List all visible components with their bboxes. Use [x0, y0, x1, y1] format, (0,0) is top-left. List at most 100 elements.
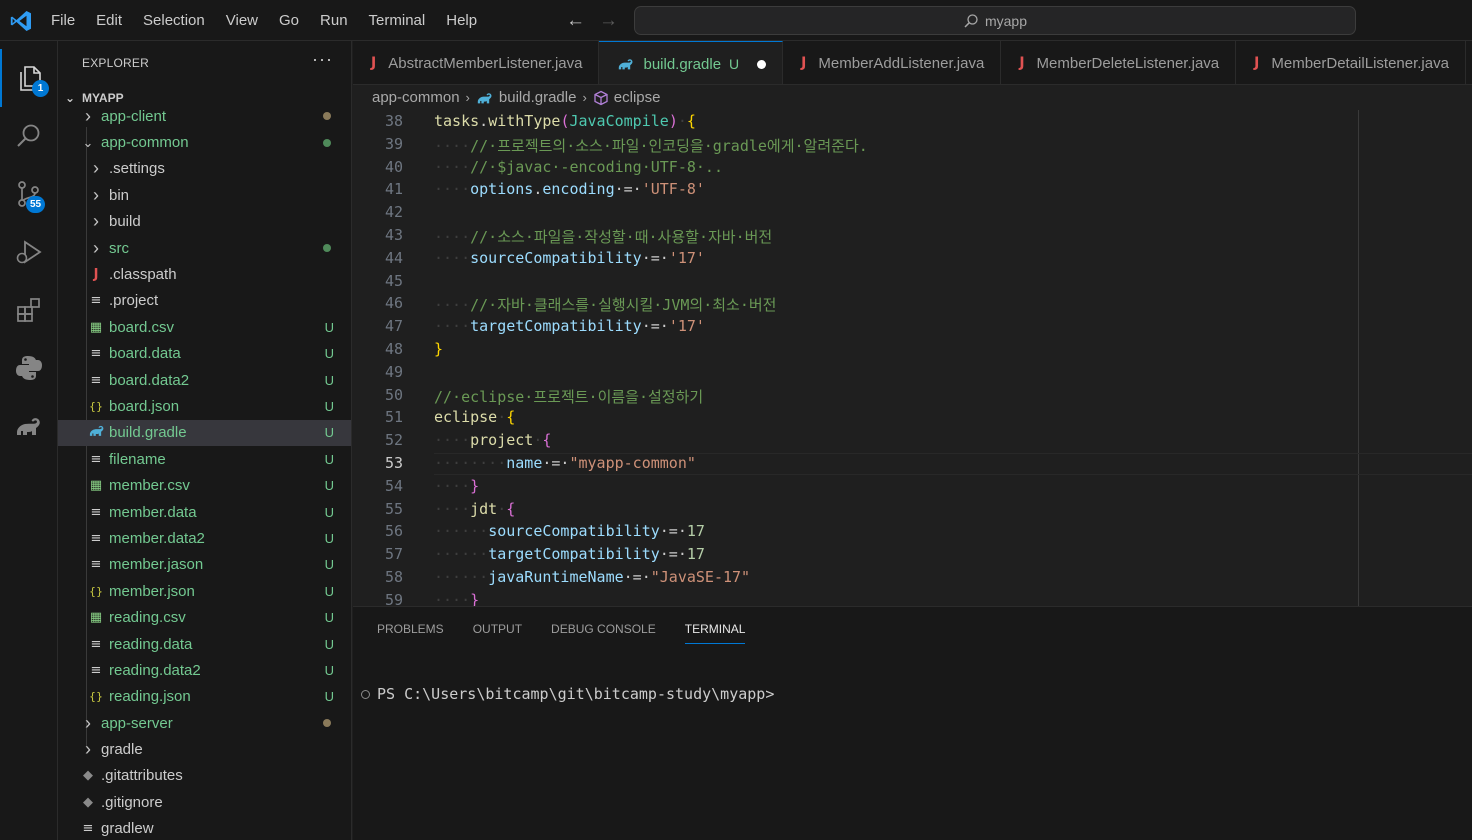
- code-line: ····//·$javac·-encoding·UTF-8·..: [434, 158, 723, 176]
- explorer-activity[interactable]: 1: [0, 49, 58, 107]
- code-line: ····//·자바·클래스를·실행시킬·JVM의·최소·버전: [434, 294, 776, 315]
- file-item[interactable]: ◆ .gitignore: [58, 789, 351, 815]
- file-item[interactable]: ▦ reading.csv U: [58, 604, 351, 630]
- editor-tab[interactable]: J MemberDetailListener.java: [1236, 41, 1466, 84]
- gradle-activity[interactable]: [0, 397, 58, 455]
- folder-item[interactable]: › build: [58, 209, 351, 235]
- code-line: ····//·소스·파일을·작성할·때·사용할·자바·버전: [434, 226, 772, 247]
- file-item[interactable]: ≡ .project: [58, 288, 351, 314]
- extensions-activity[interactable]: [0, 281, 58, 339]
- file-item[interactable]: ≡ member.jason U: [58, 552, 351, 578]
- change-indicator-dot: [323, 719, 331, 728]
- panel-tab-output[interactable]: OUTPUT: [473, 622, 522, 644]
- menu-item-terminal[interactable]: Terminal: [369, 12, 426, 29]
- editor-tab[interactable]: J MemberDeleteListener.java: [1001, 41, 1237, 84]
- folder-item[interactable]: › gradle: [58, 736, 351, 762]
- line-number: 44: [384, 248, 403, 267]
- menu-item-help[interactable]: Help: [446, 12, 477, 29]
- file-item[interactable]: J .classpath: [58, 261, 351, 287]
- code-token: }: [470, 476, 480, 495]
- menu-bar: File Edit Selection View Go Run Terminal Help: [51, 0, 498, 41]
- folder-item[interactable]: › src: [58, 235, 351, 261]
- code-token: "myapp-common": [569, 454, 696, 472]
- menu-item-selection[interactable]: Selection: [143, 12, 205, 29]
- code-line: ····options.encoding·=·'UTF-8': [434, 180, 705, 198]
- file-item[interactable]: ≡ board.data2 U: [58, 367, 351, 393]
- code-token: 17: [686, 545, 705, 564]
- breadcrumb-symbol[interactable]: eclipse: [614, 89, 661, 106]
- file-item[interactable]: {} reading.json U: [58, 684, 351, 710]
- folder-item[interactable]: ⌄ app-common: [58, 129, 351, 155]
- folder-item[interactable]: › .settings: [58, 156, 351, 182]
- python-activity[interactable]: [0, 339, 58, 397]
- menu-item-view[interactable]: View: [226, 12, 258, 29]
- file-item[interactable]: ≡ reading.data2 U: [58, 657, 351, 683]
- file-item[interactable]: ◆ .gitattributes: [58, 763, 351, 789]
- code-line: ····}: [434, 591, 479, 606]
- tree-item-label: reading.csv: [109, 609, 186, 627]
- code-token: JavaCompile: [569, 112, 669, 130]
- menu-item-edit[interactable]: Edit: [96, 12, 122, 29]
- code-editor[interactable]: 38 tasks.withType(JavaCompile)·{39 ····//·…: [353, 110, 1472, 606]
- panel-tab-problems[interactable]: PROBLEMS: [377, 622, 444, 644]
- run-debug-activity[interactable]: [0, 223, 58, 281]
- more-actions-icon[interactable]: ···: [312, 49, 333, 70]
- folder-item[interactable]: › app-client: [58, 103, 351, 129]
- untracked-status-badge: U: [324, 636, 334, 652]
- file-item[interactable]: ≡ gradlew: [58, 816, 351, 840]
- tree-item-label: reading.data2: [109, 661, 201, 679]
- menu-item-run[interactable]: Run: [320, 12, 348, 29]
- untracked-status-badge: U: [324, 451, 334, 467]
- breadcrumb-folder[interactable]: app-common: [372, 89, 460, 106]
- file-tree: › app-client ⌄ app-common › .settings › bin › bui…: [58, 103, 351, 840]
- panel-tab-terminal[interactable]: TERMINAL: [684, 622, 746, 644]
- file-item[interactable]: {} member.json U: [58, 578, 351, 604]
- code-token: name: [506, 454, 543, 472]
- chevron-right-icon: ›: [582, 90, 587, 105]
- untracked-status-badge: U: [324, 530, 334, 546]
- file-item[interactable]: ≡ reading.data U: [58, 631, 351, 657]
- forward-arrow-icon[interactable]: →: [599, 10, 618, 32]
- code-token: //·$javac·-encoding·UTF-8·..: [470, 157, 723, 176]
- code-token: //·소스·파일을·작성할·때·사용할·자바·버전: [470, 228, 773, 246]
- code-line: ····targetCompatibility·=·'17': [434, 317, 705, 335]
- source-control-activity[interactable]: 55: [0, 165, 58, 223]
- panel-tab-debug-console[interactable]: DEBUG CONSOLE: [551, 622, 656, 644]
- file-item[interactable]: build.gradle U: [58, 419, 351, 447]
- line-number: 46: [384, 294, 403, 313]
- back-arrow-icon[interactable]: ←: [566, 10, 585, 32]
- code-token: ······: [434, 545, 489, 564]
- code-line: //·eclipse·프로젝트·이름을·설정하기: [434, 386, 703, 407]
- file-item[interactable]: ≡ board.data U: [58, 341, 351, 367]
- breadcrumb-file[interactable]: build.gradle: [499, 89, 577, 106]
- editor-tab[interactable]: J MemberAddListener.java: [783, 41, 1002, 84]
- folder-item[interactable]: › bin: [58, 182, 351, 208]
- search-activity[interactable]: [0, 107, 58, 165]
- code-token: ······: [434, 522, 489, 541]
- file-item[interactable]: ≡ filename U: [58, 446, 351, 472]
- file-item[interactable]: ▦ board.csv U: [58, 314, 351, 340]
- menu-item-file[interactable]: File: [51, 12, 75, 29]
- code-token: {: [506, 499, 516, 518]
- code-line: ····project·{: [434, 431, 551, 449]
- code-token: ····: [434, 180, 471, 199]
- code-token: ····: [434, 317, 471, 336]
- text-file-icon: ≡: [90, 372, 102, 388]
- editor-tab[interactable]: build.gradle U: [599, 41, 784, 84]
- file-item[interactable]: ≡ member.data U: [58, 499, 351, 525]
- code-token: sourceCompatibility: [488, 522, 660, 541]
- file-item[interactable]: ▦ member.csv U: [58, 472, 351, 498]
- code-token: ····: [434, 431, 471, 450]
- change-indicator-dot: [323, 112, 331, 121]
- unsaved-dot-icon[interactable]: [757, 59, 767, 69]
- command-center-search[interactable]: myapp: [634, 6, 1356, 35]
- menu-item-go[interactable]: Go: [279, 12, 299, 29]
- text-file-icon: ≡: [90, 504, 102, 520]
- terminal-output[interactable]: PS C:\Users\bitcamp\git\bitcamp-study\my…: [361, 685, 774, 703]
- chevron-right-icon: ›: [93, 184, 99, 205]
- file-item[interactable]: {} board.json U: [58, 393, 351, 419]
- folder-item[interactable]: › app-server: [58, 710, 351, 736]
- editor-tab[interactable]: J AbstractMemberListener.java: [353, 41, 600, 84]
- code-token: ·=·: [641, 317, 669, 336]
- file-item[interactable]: ≡ member.data2 U: [58, 525, 351, 551]
